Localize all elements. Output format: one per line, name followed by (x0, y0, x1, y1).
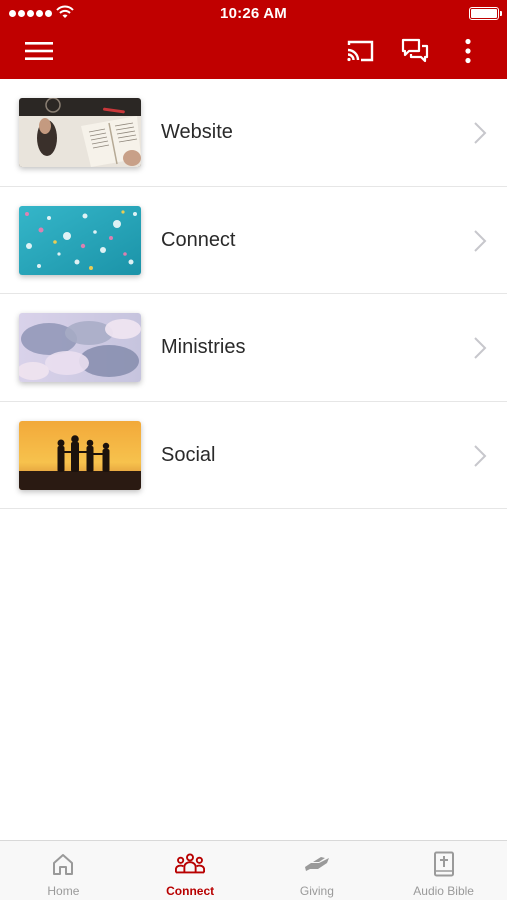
list-item-connect[interactable]: Connect (0, 187, 507, 294)
bottom-tab-bar: Home Connect Giving Audio Bible (0, 840, 507, 900)
tab-label: Connect (166, 884, 215, 898)
chevron-right-icon (474, 337, 487, 359)
tab-label: Audio Bible (413, 884, 474, 898)
tab-home[interactable]: Home (0, 841, 127, 900)
website-thumbnail (19, 98, 141, 167)
cast-icon (347, 40, 374, 62)
giving-hand-icon (302, 850, 332, 878)
list-item-label: Connect (161, 228, 236, 251)
tab-label: Giving (299, 884, 334, 898)
status-bar: 10:26 AM (0, 0, 507, 28)
status-time: 10:26 AM (220, 5, 287, 22)
list-item-label: Ministries (161, 336, 246, 358)
people-group-icon (175, 850, 206, 878)
menu-list: Website Connect Ministries Social (0, 79, 507, 509)
menu-button[interactable] (24, 36, 54, 66)
list-item-label: Website (161, 121, 233, 143)
hamburger-menu-icon (25, 42, 53, 60)
tab-giving[interactable]: Giving (254, 841, 381, 900)
cast-button[interactable] (345, 36, 375, 66)
sunset-silhouettes-photo (19, 420, 141, 490)
list-item-social[interactable]: Social (0, 402, 507, 509)
more-vertical-icon (465, 38, 471, 64)
chat-bubbles-icon (401, 38, 429, 63)
connect-thumbnail (19, 205, 141, 275)
more-options-button[interactable] (453, 36, 483, 66)
confetti-on-teal-photo (19, 205, 141, 275)
home-icon (48, 850, 78, 878)
tab-audio-bible[interactable]: Audio Bible (380, 841, 507, 900)
chevron-right-icon (474, 229, 487, 252)
tab-connect[interactable]: Connect (127, 841, 254, 900)
bible-book-icon (429, 850, 459, 878)
chevron-right-icon (474, 122, 487, 144)
app-header: 10:26 AM (0, 0, 507, 79)
chat-button[interactable] (400, 36, 430, 66)
ministries-thumbnail (19, 313, 141, 382)
open-bible-photo (19, 98, 141, 167)
clouds-sky-photo (19, 313, 141, 382)
social-thumbnail (19, 420, 141, 490)
tab-label: Home (47, 884, 80, 898)
chevron-right-icon (474, 444, 487, 467)
list-item-ministries[interactable]: Ministries (0, 294, 507, 402)
list-item-website[interactable]: Website (0, 79, 507, 187)
battery-icon (469, 7, 502, 20)
list-item-label: Social (161, 443, 216, 466)
